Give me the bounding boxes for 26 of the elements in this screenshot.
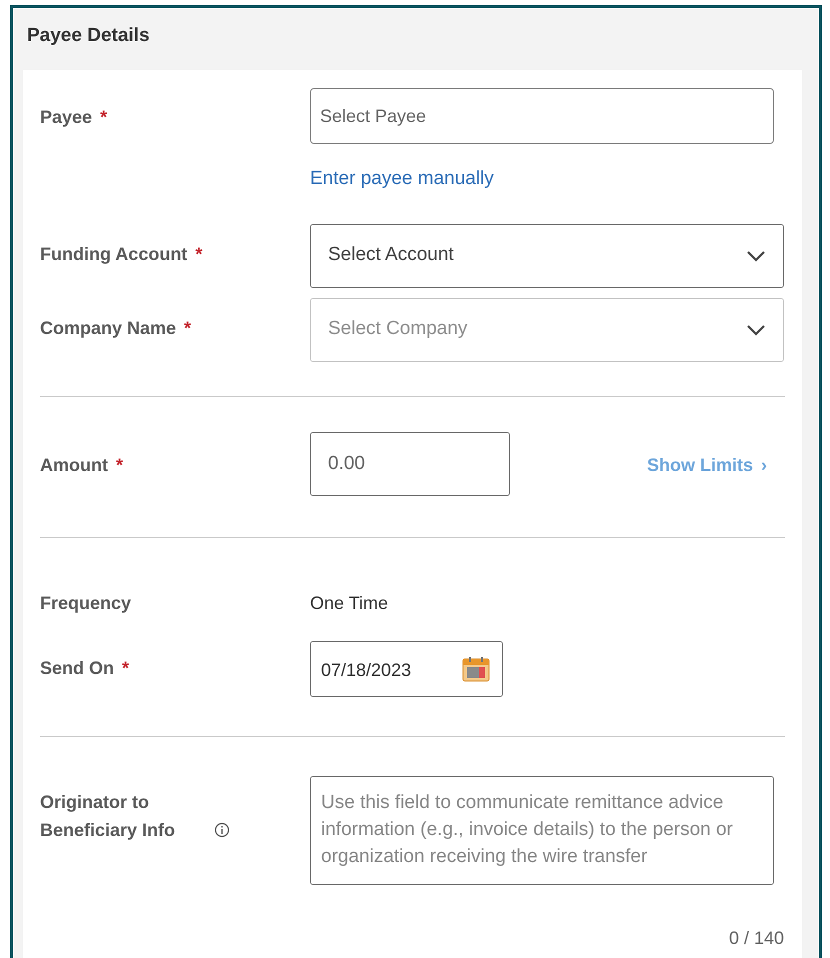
field-label: Originator to Beneficiary Info: [40, 790, 176, 842]
required-mark: *: [195, 242, 202, 266]
chevron-down-icon: [746, 250, 766, 262]
field-label: Send On: [40, 656, 114, 680]
select-field[interactable]: Select Account: [310, 224, 784, 288]
enter-manually-link[interactable]: Enter payee manually: [310, 165, 494, 194]
chevron-down-icon: [746, 324, 766, 336]
amount-field[interactable]: 0.00: [310, 432, 510, 496]
panel-title: Payee Details: [26, 24, 151, 48]
field-label: Payee: [40, 106, 92, 129]
remittance-info-field[interactable]: Use this field to communicate remittance advice information (e.g., invoice details) to the person or organization receiving the wire transfer: [310, 776, 774, 884]
field-label: Frequency: [40, 592, 132, 615]
character-counter: 0 / 140: [728, 926, 784, 950]
date-field[interactable]: 07/18/2023: [310, 640, 503, 696]
payee-field[interactable]: Select Payee: [310, 88, 774, 144]
info-icon[interactable]: [214, 822, 230, 838]
calendar-icon[interactable]: [462, 656, 490, 682]
required-mark: *: [116, 454, 123, 476]
required-mark: *: [100, 106, 108, 129]
required-mark: *: [184, 316, 192, 340]
field-label: Funding Account: [40, 242, 188, 266]
field-label: Company Name: [40, 316, 176, 340]
frequency-value: One Time: [310, 592, 388, 614]
select-field: Select Company: [310, 298, 784, 362]
field-label: Amount: [40, 454, 108, 476]
required-mark: *: [122, 656, 130, 680]
